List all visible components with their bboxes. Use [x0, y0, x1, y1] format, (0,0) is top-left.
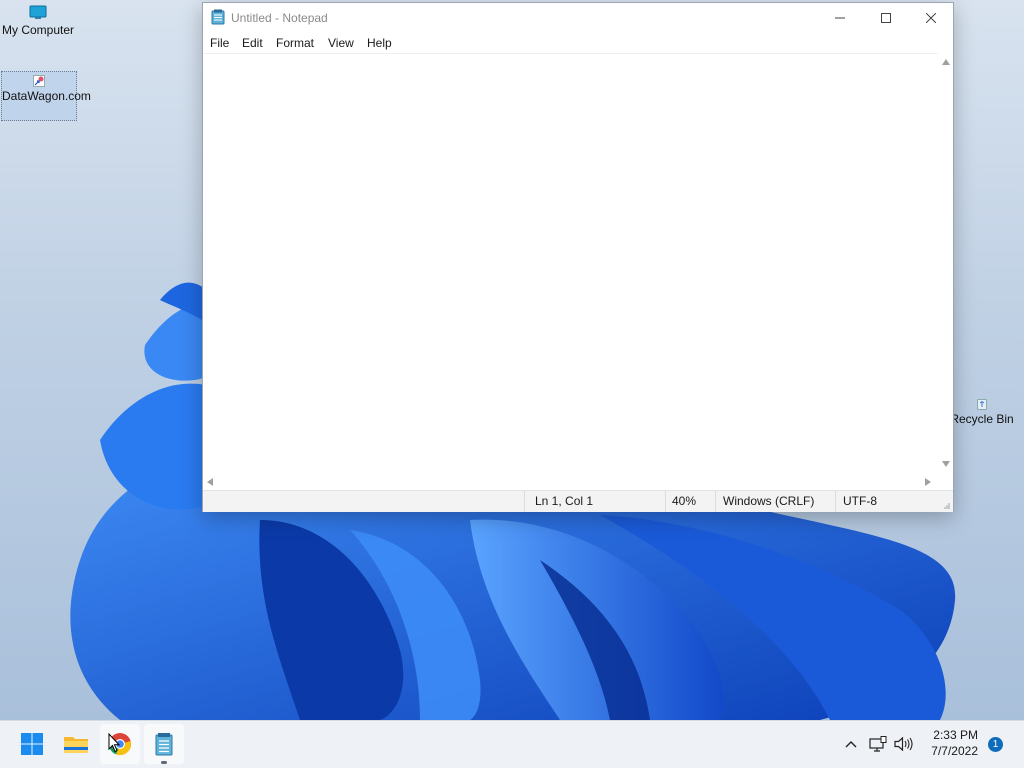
vertical-scrollbar[interactable]: [938, 53, 953, 474]
title-bar[interactable]: Untitled - Notepad: [203, 3, 953, 33]
file-explorer-button[interactable]: [56, 724, 96, 764]
notepad-window[interactable]: Untitled - Notepad File Edit Format View…: [202, 2, 954, 512]
zoom-status: 40%: [665, 491, 715, 512]
desktop-icon-datawagon[interactable]: DataWagon.com: [1, 71, 91, 121]
chevron-up-icon: [845, 741, 857, 748]
close-icon: [926, 13, 936, 23]
scroll-up-arrow-icon[interactable]: [942, 59, 950, 65]
volume-icon: [894, 736, 913, 752]
desktop-icon-my-computer[interactable]: My Computer: [0, 5, 76, 38]
desktop-icon-label: DataWagon.com: [2, 89, 91, 103]
network-button[interactable]: [866, 731, 890, 757]
recycle-bin-icon: [977, 399, 987, 410]
menu-help[interactable]: Help: [366, 36, 393, 50]
menu-bar: File Edit Format View Help: [203, 33, 953, 53]
desktop-icon-label: My Computer: [1, 23, 75, 37]
status-bar: Ln 1, Col 1 40% Windows (CRLF) UTF-8: [203, 490, 953, 512]
menu-view[interactable]: View: [327, 36, 355, 50]
line-ending-status: Windows (CRLF): [715, 491, 835, 512]
maximize-button[interactable]: [863, 3, 909, 33]
text-editor[interactable]: [203, 53, 938, 474]
start-button[interactable]: [12, 724, 52, 764]
menu-file[interactable]: File: [209, 36, 230, 50]
maximize-icon: [881, 13, 891, 23]
notification-badge[interactable]: 1: [988, 737, 1003, 752]
file-explorer-icon: [64, 737, 88, 753]
minimize-icon: [835, 17, 845, 19]
clock-date: 7/7/2022: [931, 744, 978, 758]
window-title: Untitled - Notepad: [231, 11, 328, 25]
chrome-button[interactable]: [100, 724, 140, 764]
menu-edit[interactable]: Edit: [241, 36, 264, 50]
scroll-down-arrow-icon[interactable]: [942, 461, 950, 467]
close-button[interactable]: [908, 3, 954, 33]
notepad-taskbar-button[interactable]: [144, 724, 184, 764]
clock[interactable]: 2:33 PM 7/7/2022: [920, 727, 978, 759]
scroll-left-arrow-icon[interactable]: [207, 478, 213, 486]
minimize-button[interactable]: [817, 3, 863, 33]
mouse-cursor-icon: [108, 733, 120, 753]
taskbar: 2:33 PM 7/7/2022 1: [0, 720, 1024, 768]
volume-button[interactable]: [892, 731, 916, 757]
windows-start-icon: [21, 733, 43, 755]
resize-grip-icon[interactable]: [942, 501, 950, 509]
running-indicator: [161, 761, 167, 764]
clock-time: 2:33 PM: [933, 728, 978, 742]
scroll-right-arrow-icon[interactable]: [925, 478, 931, 486]
menu-format[interactable]: Format: [275, 36, 315, 50]
shortcut-icon: [33, 75, 45, 87]
notepad-icon: [211, 9, 225, 25]
encoding-status: UTF-8: [835, 491, 953, 512]
show-hidden-icons-button[interactable]: [840, 731, 862, 757]
cursor-position-status: Ln 1, Col 1: [524, 491, 665, 512]
notepad-icon: [155, 733, 173, 756]
scrollbar-corner: [938, 474, 953, 490]
horizontal-scrollbar[interactable]: [203, 474, 938, 490]
network-icon: [869, 736, 887, 752]
monitor-icon: [29, 5, 47, 19]
